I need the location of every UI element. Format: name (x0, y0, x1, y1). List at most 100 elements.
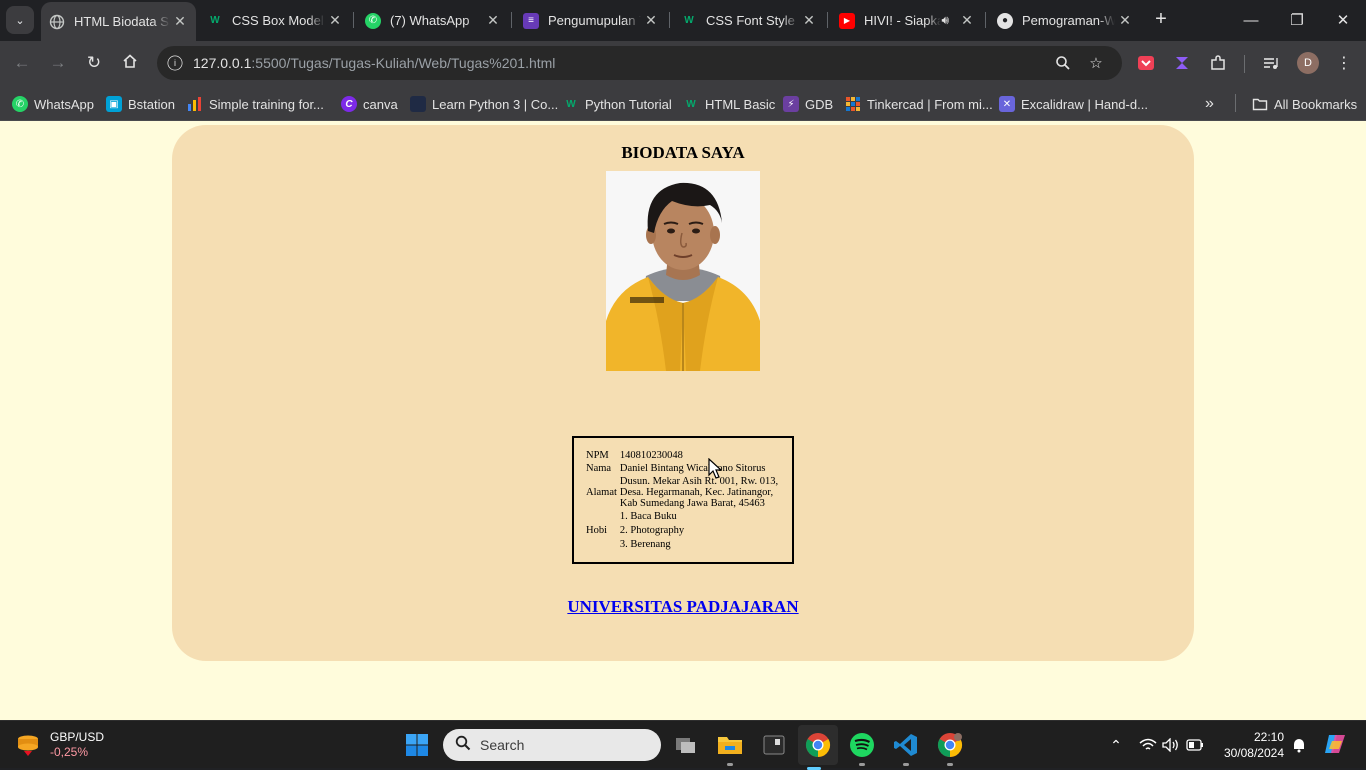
extension-icon[interactable] (1171, 52, 1193, 74)
bookmark-gdb[interactable]: ⚡︎ GDB (783, 93, 833, 115)
widget-value: -0,25% (50, 745, 89, 759)
whatsapp-icon: ✆ (12, 96, 28, 112)
minimize-button[interactable]: — (1228, 0, 1274, 40)
restore-button[interactable]: ❐ (1274, 0, 1320, 40)
tab-separator (827, 12, 828, 28)
bookmark-html-basic[interactable]: W HTML Basic (683, 93, 775, 115)
task-view-button[interactable] (670, 729, 702, 761)
stock-widget[interactable]: GBP/USD -0,25% (14, 728, 104, 762)
all-bookmarks-label: All Bookmarks (1274, 96, 1358, 112)
battery-icon[interactable] (1184, 735, 1206, 755)
pocket-extension-icon[interactable] (1135, 52, 1157, 74)
terminal-app-button[interactable] (758, 729, 790, 761)
chrome-profile-button[interactable] (934, 729, 966, 766)
bookmark-bstation[interactable]: ▣ Bstation (106, 93, 175, 115)
all-bookmarks-button[interactable]: All Bookmarks (1252, 93, 1357, 115)
npm-value: 140810230048 (619, 450, 683, 461)
running-indicator (859, 763, 865, 766)
home-button[interactable] (116, 49, 144, 77)
alamat-label: Alamat (586, 487, 617, 498)
bookmark-whatsapp[interactable]: ✆ WhatsApp (12, 93, 94, 115)
lightning-icon: ⚡︎ (783, 96, 799, 112)
show-hidden-icons-button[interactable]: ⌃ (1105, 735, 1127, 755)
bookmarks-overflow-button[interactable]: » (1205, 93, 1214, 115)
tab-search-button[interactable]: ⌄ (6, 6, 34, 34)
chevron-down-icon: ⌄ (15, 14, 25, 27)
mouse-cursor-icon (708, 458, 722, 479)
tab-css-font-style[interactable]: W CSS Font Style ✕ (673, 3, 825, 38)
hobi-label: Hobi (586, 525, 607, 536)
reload-button[interactable]: ↻ (80, 49, 108, 77)
bookmark-python-tutorial[interactable]: W Python Tutorial (563, 93, 671, 115)
star-icon[interactable]: ☆ (1086, 53, 1106, 73)
system-clock[interactable]: 22:10 30/08/2024 (1212, 729, 1284, 761)
url-host: 127.0.0.1 (193, 55, 252, 71)
notification-icon[interactable] (1288, 735, 1310, 755)
canva-icon: C (341, 96, 357, 112)
file-explorer-button[interactable] (714, 729, 746, 766)
close-icon[interactable]: ✕ (1115, 12, 1135, 29)
back-button[interactable]: ← (8, 49, 36, 77)
bookmark-canva[interactable]: C canva (341, 93, 398, 115)
tab-github[interactable]: ● Pemograman-Web ✕ (989, 3, 1141, 38)
chrome-taskbar-button[interactable] (798, 725, 838, 770)
bookmark-label: canva (363, 96, 398, 112)
profile-photo (606, 171, 760, 371)
hobi-item: 2. Photography (619, 525, 685, 536)
tab-css-box-model[interactable]: W CSS Box Model ✕ (199, 3, 351, 38)
speaker-icon[interactable]: 🔊︎ (941, 13, 949, 28)
bookmark-learn-python[interactable]: Learn Python 3 | Co... (410, 93, 558, 115)
bookmark-simple-training[interactable]: Simple training for... (187, 93, 324, 115)
tab-pengumpulan[interactable]: ≡ Pengumupulan Tugas ✕ (515, 3, 667, 38)
toolbar-separator (1244, 55, 1245, 73)
menu-kebab-icon[interactable]: ⋮ (1333, 52, 1355, 74)
taskbar-search[interactable]: Search (443, 729, 661, 761)
tab-title: CSS Box Model (232, 13, 324, 28)
close-window-button[interactable]: ✕ (1320, 0, 1366, 40)
wifi-icon[interactable] (1137, 735, 1159, 755)
excalidraw-icon: ✕ (999, 96, 1015, 112)
forward-button[interactable]: → (44, 49, 72, 77)
bookmark-label: WhatsApp (34, 96, 94, 112)
close-icon[interactable]: ✕ (641, 12, 661, 29)
bookmark-label: Learn Python 3 | Co... (432, 96, 559, 112)
chrome-icon (937, 733, 963, 757)
alamat-line: Desa. Hegarmanah, Kec. Jatinangor, (619, 487, 774, 498)
close-icon[interactable]: ✕ (170, 13, 190, 30)
currency-icon (18, 735, 38, 756)
alamat-value: Dusun. Mekar Asih Rt. 001, Rw. 013, Desa… (619, 475, 779, 510)
close-icon[interactable]: ✕ (799, 12, 819, 29)
puzzle-icon[interactable] (1207, 52, 1229, 74)
close-icon[interactable]: ✕ (957, 12, 977, 29)
spotify-button[interactable] (846, 729, 878, 766)
widget-name: GBP/USD (50, 730, 105, 744)
media-control-icon[interactable] (1260, 52, 1282, 74)
close-icon[interactable]: ✕ (325, 12, 345, 29)
url-text[interactable]: 127.0.0.1:5500/Tugas/Tugas-Kuliah/Web/Tu… (193, 55, 555, 71)
universitas-link[interactable]: UNIVERSITAS PADJAJARAN (172, 597, 1194, 617)
copilot-icon[interactable] (1322, 731, 1348, 757)
minimize-icon: — (1243, 11, 1259, 29)
vscode-button[interactable] (890, 729, 922, 766)
new-tab-button[interactable]: + (1149, 8, 1173, 32)
zoom-icon[interactable] (1053, 53, 1073, 73)
volume-icon[interactable] (1160, 735, 1182, 755)
page-viewport: BIODATA SAYA NPM 140810230048 Nama Danie… (0, 121, 1366, 720)
windows-start-button[interactable] (401, 729, 433, 761)
biodata-table: NPM 140810230048 Nama Daniel Bintang Wic… (585, 449, 779, 551)
tab-html-biodata[interactable]: HTML Biodata Saya ✕ (41, 2, 196, 41)
address-bar[interactable]: i 127.0.0.1:5500/Tugas/Tugas-Kuliah/Web/… (157, 46, 1122, 80)
profile-avatar[interactable]: D (1297, 52, 1319, 74)
info-icon[interactable]: i (167, 55, 183, 71)
tab-whatsapp[interactable]: ✆ (7) WhatsApp ✕ (357, 3, 509, 38)
tab-youtube[interactable]: ▶ HIVI! - Siapkah Kau 🔊︎ ✕ (831, 3, 983, 38)
youtube-icon: ▶ (839, 12, 855, 29)
biodata-card: BIODATA SAYA NPM 140810230048 Nama Danie… (172, 125, 1194, 661)
page-title: BIODATA SAYA (621, 143, 745, 162)
close-icon[interactable]: ✕ (483, 12, 503, 29)
tab-separator (669, 12, 670, 28)
hobi-item: 1. Baca Buku (619, 511, 677, 522)
folder-icon (718, 737, 742, 754)
bookmark-tinkercad[interactable]: Tinkercad | From mi... (845, 93, 993, 115)
bookmark-excalidraw[interactable]: ✕ Excalidraw | Hand-d... (999, 93, 1148, 115)
